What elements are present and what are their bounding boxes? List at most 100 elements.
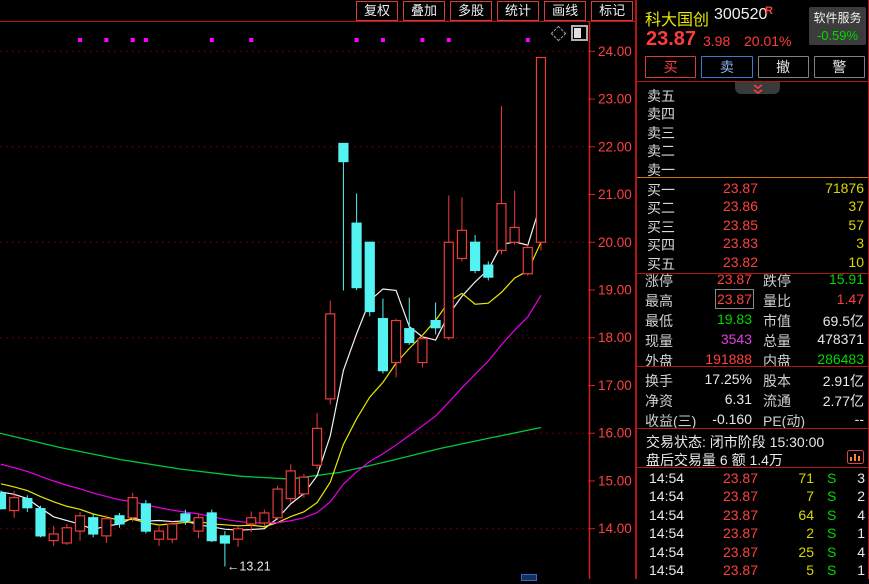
toolbar-button-4[interactable]: 统计 xyxy=(497,1,539,21)
candle-27[interactable] xyxy=(352,223,361,287)
trade-button-买[interactable]: 买 xyxy=(645,56,696,78)
event-dot xyxy=(210,38,214,42)
candle-28[interactable] xyxy=(365,242,374,311)
y-axis-label: 21.00 xyxy=(598,187,632,202)
candle-14[interactable] xyxy=(181,514,190,521)
candle-34[interactable] xyxy=(444,242,453,337)
toolbar-button-3[interactable]: 多股 xyxy=(450,1,492,21)
bid-row-3[interactable]: 买三23.8557 xyxy=(637,217,868,235)
event-dot xyxy=(526,38,530,42)
candle-11[interactable] xyxy=(141,504,150,531)
candle-25[interactable] xyxy=(326,314,335,399)
sector-quote[interactable]: 软件服务 -0.59% xyxy=(809,7,866,45)
toolbar-button-5[interactable]: 画线 xyxy=(544,1,586,21)
sector-name: 软件服务 xyxy=(811,9,864,26)
candle-22[interactable] xyxy=(286,471,295,499)
candle-12[interactable] xyxy=(155,531,164,539)
candle-2[interactable] xyxy=(23,499,32,508)
price-change-pct: 20.01% xyxy=(744,33,791,49)
candle-36[interactable] xyxy=(471,242,480,270)
candle-3[interactable] xyxy=(36,509,45,536)
tick-row-4: 14:5423.872S1 xyxy=(637,525,868,543)
low-price-annotation: ←13.21 xyxy=(227,559,271,573)
trade-button-卖[interactable]: 卖 xyxy=(701,56,752,78)
tick-row-1: 14:5423.8771S3 xyxy=(637,470,868,488)
candle-1[interactable] xyxy=(10,498,19,511)
candle-13[interactable] xyxy=(168,524,177,539)
candle-38[interactable] xyxy=(497,204,506,251)
toolbar-button-1[interactable]: 复权 xyxy=(356,1,398,21)
ask-row-3[interactable]: 卖三 xyxy=(637,123,868,141)
bid-row-2[interactable]: 买二23.8637 xyxy=(637,198,868,216)
candle-20[interactable] xyxy=(260,513,269,523)
divider xyxy=(637,467,868,468)
ask-row-5[interactable]: 卖一 xyxy=(637,160,868,178)
stat-value: 最低 xyxy=(645,311,673,331)
mid-price-divider xyxy=(637,177,868,178)
candle-26[interactable] xyxy=(339,143,348,161)
candle-37[interactable] xyxy=(484,265,493,277)
candle-5[interactable] xyxy=(62,528,71,543)
kline-chart[interactable]: 24.0023.0022.0021.0020.0019.0018.0017.00… xyxy=(0,0,635,579)
kline-chart-area[interactable]: 24.0023.0022.0021.0020.0019.0018.0017.00… xyxy=(0,0,635,579)
candle-16[interactable] xyxy=(207,513,216,541)
ask-row-2[interactable]: 卖四 xyxy=(637,104,868,122)
last-price: 23.87 xyxy=(646,28,696,51)
ask-row-4[interactable]: 卖二 xyxy=(637,141,868,159)
trade-button-警[interactable]: 警 xyxy=(814,56,865,78)
stat-value: 3543 xyxy=(721,331,752,347)
stat-value: 6.31 xyxy=(725,391,752,407)
ma10-line xyxy=(1,242,541,526)
candle-35[interactable] xyxy=(457,230,466,258)
tick-row-5: 14:5423.8725S4 xyxy=(637,544,868,562)
trade-button-撤[interactable]: 撤 xyxy=(758,56,809,78)
toolbar-button-6[interactable]: 标记 xyxy=(591,1,633,21)
y-axis-label: 19.00 xyxy=(598,283,632,298)
ask-row-1[interactable]: 卖五 xyxy=(637,86,868,104)
stat-value: 15.91 xyxy=(829,271,864,287)
candle-17[interactable] xyxy=(220,536,229,543)
stat-value: -- xyxy=(855,411,864,427)
panel-layout-icon[interactable] xyxy=(571,25,588,41)
candle-9[interactable] xyxy=(115,516,124,524)
bid-row-5[interactable]: 买五23.8210 xyxy=(637,254,868,272)
candle-15[interactable] xyxy=(194,518,203,531)
bottom-peek-tab[interactable] xyxy=(521,574,537,581)
toolbar-button-2[interactable]: 叠加 xyxy=(403,1,445,21)
candle-8[interactable] xyxy=(102,519,111,536)
y-axis-label: 22.00 xyxy=(598,139,632,154)
tick-row-6: 14:5423.875S1 xyxy=(637,562,868,580)
candle-10[interactable] xyxy=(128,498,137,518)
candle-30[interactable] xyxy=(392,321,401,363)
candle-24[interactable] xyxy=(313,428,322,465)
stat-value: 跌停 xyxy=(763,271,791,291)
candle-32[interactable] xyxy=(418,339,427,363)
candle-23[interactable] xyxy=(299,477,308,494)
candle-33[interactable] xyxy=(431,321,440,328)
stat-value: 23.87 xyxy=(717,271,752,287)
stat-value: 流通 xyxy=(763,391,791,411)
stat-value: 1.47 xyxy=(837,291,864,307)
candle-21[interactable] xyxy=(273,489,282,518)
bid-row-1[interactable]: 买一23.8771876 xyxy=(637,180,868,198)
candle-40[interactable] xyxy=(523,248,532,274)
stat-row: 现量3543总量478371 xyxy=(637,331,868,349)
candle-29[interactable] xyxy=(378,319,387,371)
candle-39[interactable] xyxy=(510,227,519,242)
candle-7[interactable] xyxy=(89,518,98,534)
candle-19[interactable] xyxy=(247,518,256,524)
candle-0[interactable] xyxy=(0,493,6,509)
event-dot xyxy=(249,38,253,42)
stat-value: 市值 xyxy=(763,311,791,331)
tick-row-2: 14:5423.877S2 xyxy=(637,488,868,506)
candle-31[interactable] xyxy=(405,329,414,343)
stat-value[interactable]: 23.87 xyxy=(717,291,752,307)
stat-value: 换手 xyxy=(645,371,673,391)
bid-row-4[interactable]: 买四23.833 xyxy=(637,235,868,253)
y-axis-label: 24.00 xyxy=(598,44,632,59)
candle-18[interactable] xyxy=(234,529,243,540)
candle-4[interactable] xyxy=(49,534,58,541)
candle-6[interactable] xyxy=(76,516,85,531)
candle-41[interactable] xyxy=(536,58,545,243)
y-axis-label: 15.00 xyxy=(598,473,632,488)
